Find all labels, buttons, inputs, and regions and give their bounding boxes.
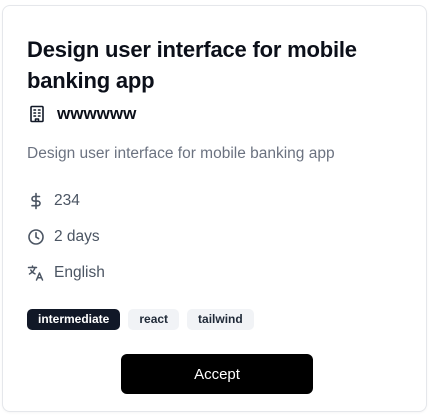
price-row: 234 — [27, 192, 80, 210]
company-row: wwwwww — [27, 103, 136, 125]
language-row: English — [27, 264, 105, 282]
duration-value: 2 days — [54, 228, 100, 245]
tag-react: react — [128, 309, 180, 330]
dollar-icon — [27, 192, 45, 210]
tag-list: intermediate react tailwind — [27, 309, 254, 330]
job-title: Design user interface for mobile banking… — [27, 37, 357, 93]
company-name: wwwwww — [57, 104, 137, 123]
price-value: 234 — [54, 192, 80, 209]
duration-row: 2 days — [27, 228, 100, 246]
clock-icon — [27, 228, 45, 246]
language-value: English — [54, 264, 105, 281]
translate-icon — [27, 264, 45, 282]
tag-tailwind: tailwind — [187, 309, 254, 330]
building-icon — [27, 104, 47, 124]
tag-intermediate: intermediate — [27, 309, 121, 330]
job-description: Design user interface for mobile banking… — [27, 145, 335, 162]
accept-button[interactable]: Accept — [121, 354, 313, 394]
job-card: Design user interface for mobile banking… — [2, 5, 427, 412]
